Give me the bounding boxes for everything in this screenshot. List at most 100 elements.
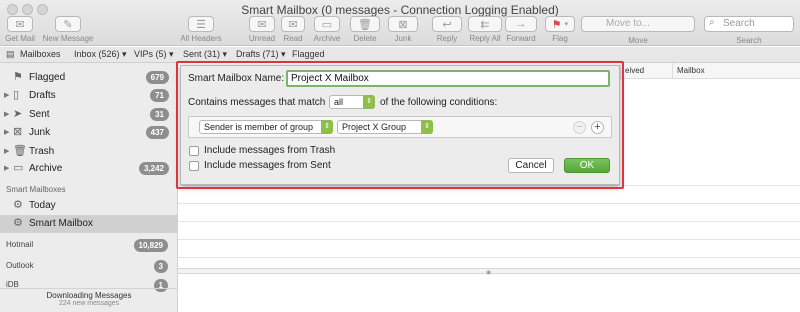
search-label: Search xyxy=(736,36,762,45)
count-badge: 31 xyxy=(150,108,169,121)
activity-status: Downloading Messages 224 new messages xyxy=(0,288,178,312)
toolbar: Smart Mailbox (0 messages - Connection L… xyxy=(0,0,800,46)
condition-row: Sender is member of group ⇕ Project X Gr… xyxy=(188,116,612,138)
move-label: Move xyxy=(628,36,648,45)
unread-button[interactable]: ✉ Unread xyxy=(246,16,278,43)
account-outlook[interactable]: Outlook xyxy=(6,261,34,270)
compose-icon: ✎ xyxy=(55,16,81,32)
forward-arrow-icon: → xyxy=(505,16,537,32)
row-divider xyxy=(178,239,800,240)
sidebar-item-junk[interactable]: ▶ ⊠ Junk 437 xyxy=(0,124,178,142)
count-badge: 679 xyxy=(145,71,169,84)
ok-button[interactable]: OK xyxy=(564,158,610,173)
smart-mailboxes-heading: Smart Mailboxes xyxy=(6,185,66,194)
junk-icon: ⊠ xyxy=(388,16,418,32)
match-prefix-label: Contains messages that match xyxy=(188,97,326,108)
draft-page-icon: ▯ xyxy=(13,89,20,101)
read-button[interactable]: ✉ Read xyxy=(279,16,307,43)
include-trash-checkbox[interactable] xyxy=(189,146,199,156)
archive-button[interactable]: ▭ Archive xyxy=(311,16,343,43)
fav-sent[interactable]: Sent (31) ▾ xyxy=(183,49,227,60)
chevron-updown-icon: ⇕ xyxy=(321,120,333,134)
add-condition-button[interactable]: + xyxy=(591,121,604,134)
read-envelope-icon: ✉ xyxy=(281,16,305,32)
count-badge: 10,829 xyxy=(133,239,168,252)
include-sent-label: Include messages from Sent xyxy=(204,160,331,171)
sidebar: ⚑ Flagged 679 ▶ ▯ Drafts 71 ▶ ➤ Sent 31 … xyxy=(0,63,178,312)
reply-arrow-icon: ↩ xyxy=(432,16,462,32)
match-suffix-label: of the following conditions: xyxy=(380,97,498,108)
disclosure-triangle-icon[interactable]: ▶ xyxy=(4,147,9,155)
disclosure-triangle-icon[interactable]: ▶ xyxy=(4,110,9,118)
gear-icon: ⚙ xyxy=(13,217,23,229)
count-badge: 71 xyxy=(150,89,169,102)
junk-icon: ⊠ xyxy=(13,126,23,138)
fav-flagged[interactable]: Flagged xyxy=(292,49,325,59)
get-mail-button[interactable]: ✉ Get Mail xyxy=(4,16,36,43)
delete-button[interactable]: 🗑 Delete xyxy=(348,16,382,43)
include-sent-checkbox[interactable] xyxy=(189,161,199,171)
search-icon: ⌕ xyxy=(709,17,715,28)
archive-box-icon: ▭ xyxy=(13,162,24,174)
sidebar-item-sent[interactable]: ▶ ➤ Sent 31 xyxy=(0,106,178,124)
column-header-mailbox[interactable]: Mailbox xyxy=(672,63,800,79)
envelope-icon: ✉ xyxy=(7,16,33,32)
disclosure-triangle-icon[interactable]: ▶ xyxy=(4,164,9,172)
trash-icon: 🗑 xyxy=(13,145,27,157)
disclosure-triangle-icon[interactable]: ▶ xyxy=(4,128,9,136)
sidebar-toggle-icon[interactable]: ▤ xyxy=(6,49,15,60)
sidebar-item-today[interactable]: ⚙ Today xyxy=(0,197,178,215)
flag-icon: ⚑ ▾ xyxy=(545,16,575,32)
column-header-received[interactable]: eived xyxy=(620,63,672,79)
all-headers-button[interactable]: ☰ All Headers xyxy=(178,16,224,43)
count-badge: 3 xyxy=(153,260,168,273)
account-hotmail[interactable]: Hotmail xyxy=(6,240,33,249)
favorites-bar: ▤ Mailboxes Inbox (526) ▾ VIPs (5) ▾ Sen… xyxy=(0,47,800,63)
condition-field-popup[interactable]: Sender is member of group ⇕ xyxy=(199,120,333,134)
paper-plane-icon: ➤ xyxy=(13,108,23,120)
row-divider xyxy=(178,203,800,204)
archive-box-icon: ▭ xyxy=(314,16,340,32)
name-label: Smart Mailbox Name: xyxy=(188,73,285,84)
reply-all-arrow-icon: ⇇ xyxy=(468,16,502,32)
chevron-updown-icon: ⇕ xyxy=(363,95,375,109)
condition-value-popup[interactable]: Project X Group ⇕ xyxy=(337,120,433,134)
flag-button[interactable]: ⚑ ▾ Flag xyxy=(544,16,576,43)
unread-envelope-icon: ✉ xyxy=(249,16,275,32)
gear-icon: ⚙ xyxy=(13,199,23,211)
fav-drafts[interactable]: Drafts (71) ▾ xyxy=(236,49,286,60)
sidebar-item-drafts[interactable]: ▶ ▯ Drafts 71 xyxy=(0,87,178,105)
pane-splitter[interactable]: ◉ xyxy=(178,268,800,276)
mailbox-name-input[interactable]: Project X Mailbox xyxy=(286,70,610,87)
cancel-button[interactable]: Cancel xyxy=(508,158,554,173)
new-message-button[interactable]: ✎ New Message xyxy=(40,16,96,43)
trash-icon: 🗑 xyxy=(350,16,380,32)
smart-mailbox-dialog: Smart Mailbox Name: Project X Mailbox Co… xyxy=(180,65,620,185)
count-badge: 3,242 xyxy=(138,162,169,175)
reply-button[interactable]: ↩ Reply xyxy=(430,16,464,43)
flag-icon: ⚑ xyxy=(13,71,23,83)
row-divider xyxy=(178,221,800,222)
include-trash-label: Include messages from Trash xyxy=(204,145,336,156)
splitter-handle-icon: ◉ xyxy=(486,270,492,276)
match-mode-popup[interactable]: all ⇕ xyxy=(329,95,375,109)
junk-button[interactable]: ⊠ Junk xyxy=(386,16,420,43)
count-badge: 437 xyxy=(145,126,169,139)
window-title: Smart Mailbox (0 messages - Connection L… xyxy=(241,3,559,17)
row-divider xyxy=(178,185,800,186)
remove-condition-button[interactable]: − xyxy=(573,121,586,134)
search-input[interactable]: Search xyxy=(704,16,794,32)
fav-vips[interactable]: VIPs (5) ▾ xyxy=(134,49,174,60)
move-to-field[interactable]: Move to... xyxy=(581,16,695,32)
fav-mailboxes[interactable]: Mailboxes xyxy=(20,49,61,59)
fav-inbox[interactable]: Inbox (526) ▾ xyxy=(74,49,127,60)
sidebar-item-smart-mailbox[interactable]: ⚙ Smart Mailbox xyxy=(0,215,178,233)
sidebar-item-flagged[interactable]: ⚑ Flagged 679 xyxy=(0,69,178,87)
sidebar-item-archive[interactable]: ▶ ▭ Archive 3,242 xyxy=(0,160,178,178)
row-divider xyxy=(178,257,800,258)
disclosure-triangle-icon[interactable]: ▶ xyxy=(4,91,9,99)
headers-icon: ☰ xyxy=(188,16,214,32)
sidebar-item-trash[interactable]: ▶ 🗑 Trash xyxy=(0,143,178,161)
forward-button[interactable]: → Forward xyxy=(503,16,539,43)
reply-all-button[interactable]: ⇇ Reply All xyxy=(465,16,505,43)
